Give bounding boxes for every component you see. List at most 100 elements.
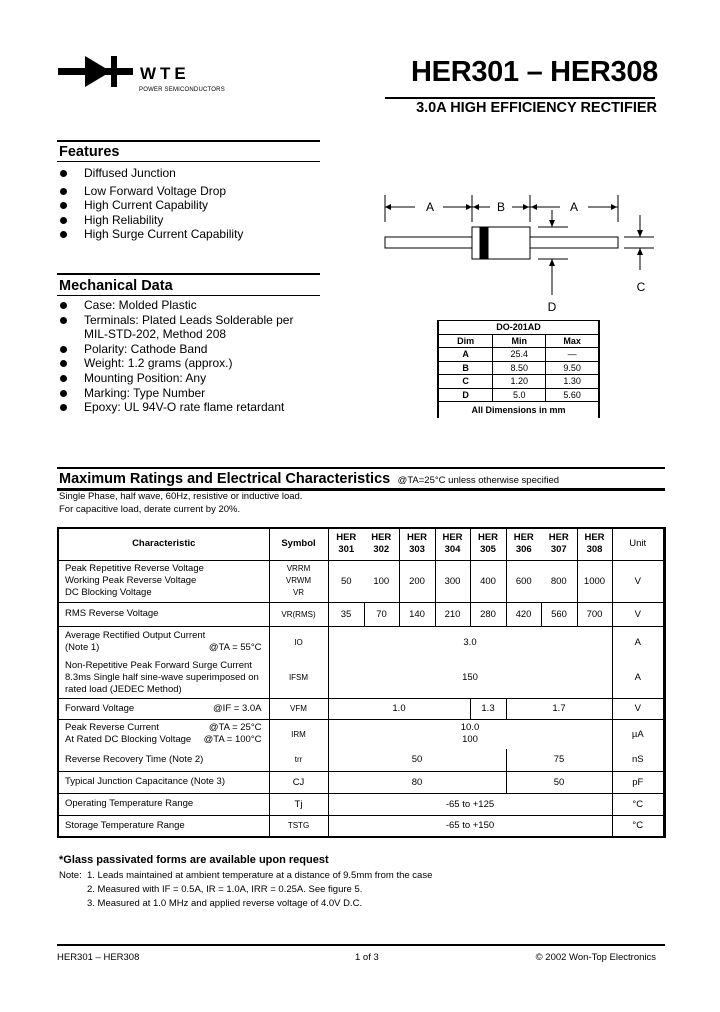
table-row: RMS Reverse Voltage VR(RMS) 35 70 140 21… — [57, 601, 665, 627]
notes-label: Note: — [59, 870, 82, 881]
dim-min: 5.0 — [492, 387, 547, 402]
table-row: Typical Junction Capacitance (Note 3) CJ… — [57, 770, 665, 794]
value: 400 — [469, 559, 507, 603]
dim-min: 25.4 — [492, 347, 547, 362]
unit: pF — [611, 770, 665, 794]
value: 210 — [434, 601, 471, 627]
dim-label: A — [437, 347, 494, 362]
characteristic: Typical Junction Capacitance (Note 3) — [57, 770, 270, 794]
dimension-c — [624, 215, 654, 270]
value: 10.0 100 — [327, 718, 613, 749]
value: 560 — [540, 601, 578, 627]
dim-row: B 8.50 9.50 — [437, 360, 600, 375]
table-row: Storage Temperature Range TSTG -65 to +1… — [57, 814, 665, 838]
feature-item: High Current Capability — [57, 198, 327, 213]
characteristic: Peak Reverse Current @TA = 25°C At Rated … — [57, 718, 270, 749]
mechanical-heading: Mechanical Data — [59, 278, 173, 294]
brand-name: WTE — [140, 64, 190, 83]
logo: WTE POWER SEMICONDUCTORS — [58, 54, 225, 94]
value: 1.0 — [327, 697, 471, 720]
brand-tagline: POWER SEMICONDUCTORS — [139, 87, 225, 93]
unit: nS — [611, 749, 665, 772]
value: 140 — [398, 601, 436, 627]
ratings-intro-1: Single Phase, half wave, 60Hz, resistive… — [59, 491, 303, 502]
features-top-rule — [57, 140, 320, 142]
feature-item: Low Forward Voltage Drop — [57, 184, 327, 199]
label-c: C — [637, 280, 646, 294]
value: 600 — [505, 559, 541, 603]
symbol: VRRM VRWM VR — [268, 559, 329, 603]
table-row: Forward Voltage @IF = 3.0A VFM 1.0 1.3 1.… — [57, 697, 665, 720]
table-row: Non-Repetitive Peak Forward Surge Curren… — [57, 658, 665, 699]
dim-header: Min — [492, 333, 547, 348]
mechanical-list: Case: Molded Plastic Terminals: Plated L… — [57, 298, 317, 415]
col-part: HER 304 — [434, 527, 471, 561]
note-item: 2. Measured with IF = 0.5A, IR = 1.0A, I… — [87, 884, 363, 895]
page-title: HER301 – HER308 — [411, 56, 658, 88]
dim-min: 1.20 — [492, 374, 547, 389]
diode-body — [384, 226, 619, 260]
symbol: IFSM — [268, 658, 329, 699]
table-row: Peak Reverse Current @TA = 25°C At Rated … — [57, 718, 665, 749]
unit: A — [611, 625, 665, 658]
value: 1.3 — [469, 697, 507, 720]
dim-max: 1.30 — [545, 374, 600, 389]
mechanical-item: Weight: 1.2 grams (approx.) — [57, 356, 317, 371]
characteristic: Peak Repetitive Reverse Voltage Working P… — [57, 559, 270, 603]
feature-item: Diffused Junction — [57, 166, 327, 181]
characteristic: Operating Temperature Range — [57, 792, 270, 816]
dimensions-table: DO-201AD Dim Min Max A 25.4— B 8.50 9.50 C1… — [437, 320, 600, 418]
symbol: IRM — [268, 718, 329, 749]
value: 80 — [327, 770, 507, 794]
value: 150 — [327, 658, 613, 699]
dimensions-footer: All Dimensions in mm — [437, 401, 600, 418]
table-row: Average Rectified Output Current (Note 1… — [57, 625, 665, 658]
col-characteristic: Characteristic — [57, 527, 270, 561]
glass-note: *Glass passivated forms are available up… — [59, 854, 329, 866]
ratings-heading: Maximum Ratings and Electrical Character… — [59, 471, 391, 487]
mechanical-item: Polarity: Cathode Band — [57, 342, 317, 357]
characteristic: Reverse Recovery Time (Note 2) — [57, 749, 270, 772]
symbol: Tj — [268, 792, 329, 816]
dim-max: 9.50 — [545, 360, 600, 375]
col-part: HER 308 — [576, 527, 613, 561]
value: 420 — [505, 601, 542, 627]
mechanical-item: Terminals: Plated Leads Solderable per M… — [57, 313, 317, 342]
dim-label: D — [437, 387, 494, 402]
symbol: VFM — [268, 697, 329, 720]
mechanical-item: Mounting Position: Any — [57, 371, 317, 386]
dim-max: — — [545, 347, 600, 362]
ratings-condition: @TA=25°C unless otherwise specified — [397, 475, 560, 486]
copyright: © 2002 Won-Top Electronics — [535, 952, 656, 963]
features-heading: Features — [59, 144, 120, 160]
symbol: CJ — [268, 770, 329, 794]
dim-header: Max — [545, 333, 600, 348]
title-divider — [385, 97, 655, 99]
mechanical-top-rule — [57, 273, 320, 275]
dim-row: A 25.4— — [437, 347, 600, 362]
value: 35 — [327, 601, 365, 627]
label-b: B — [497, 200, 505, 214]
mechanical-bottom-rule — [57, 295, 320, 296]
footer-rule — [57, 944, 665, 946]
col-part: HER 303 — [398, 527, 436, 561]
col-part: HER 301 — [327, 527, 364, 561]
ratings-heading-line: Maximum Ratings and Electrical Character… — [59, 470, 559, 488]
dim-row: C 1.20 1.30 — [437, 374, 600, 389]
feature-item: High Reliability — [57, 213, 327, 228]
table-header-row: Characteristic Symbol HER 301 HER 302 HER 3… — [57, 527, 665, 561]
mechanical-item: Epoxy: UL 94V-O rate flame retardant — [57, 400, 317, 415]
unit: °C — [611, 814, 665, 838]
value: 3.0 — [327, 625, 613, 658]
characteristic: Forward Voltage @IF = 3.0A — [57, 697, 270, 720]
characteristic: RMS Reverse Voltage — [57, 601, 270, 627]
col-unit: Unit — [611, 527, 665, 561]
characteristic: Non-Repetitive Peak Forward Surge Curren… — [57, 658, 270, 699]
value: -65 to +150 — [327, 814, 613, 838]
value: 100 — [364, 559, 400, 603]
package-name: DO-201AD — [437, 320, 600, 335]
features-list: Diffused Junction Low Forward Voltage Dr… — [57, 166, 327, 242]
dim-row: D 5.0 5.60 — [437, 387, 600, 402]
note-item: 1. Leads maintained at ambient temperatu… — [87, 870, 433, 881]
symbol: TSTG — [268, 814, 329, 838]
